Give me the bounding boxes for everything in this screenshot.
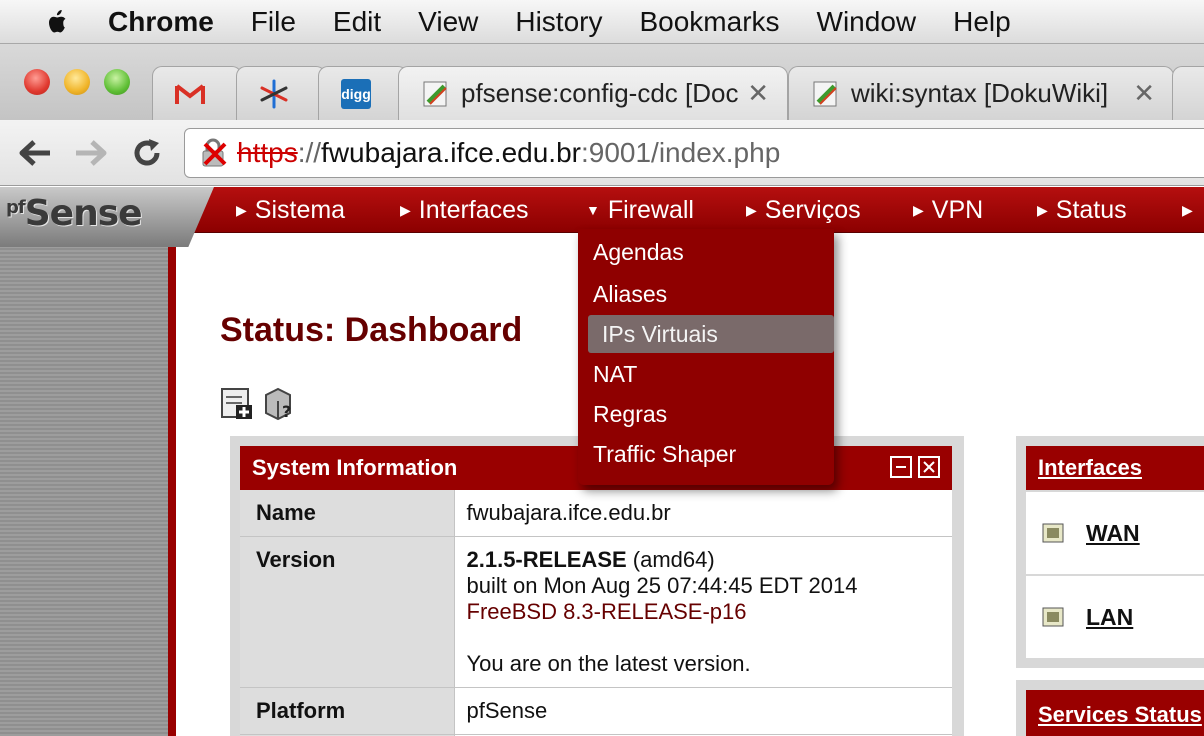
help-widget-icon[interactable]: ? bbox=[262, 387, 296, 421]
broken-lock-icon[interactable] bbox=[199, 138, 229, 168]
menu-item-agendas[interactable]: Agendas bbox=[593, 239, 684, 266]
nav-arrow-icon: ▶ bbox=[913, 201, 924, 218]
back-arrow-icon bbox=[19, 140, 50, 166]
menu-item-nat[interactable]: NAT bbox=[593, 361, 637, 388]
nav-sistema[interactable]: ▶ Sistema bbox=[236, 187, 345, 233]
services-status-widget: Services Status bbox=[1016, 680, 1204, 736]
mac-menubar: Chrome File Edit View History Bookmarks … bbox=[0, 0, 1204, 44]
asterisk-icon bbox=[259, 79, 289, 109]
row-value: 2.1.5-RELEASE (amd64) built on Mon Aug 2… bbox=[453, 536, 952, 688]
add-widget-icon[interactable] bbox=[220, 387, 254, 421]
nav-more[interactable]: ▶ bbox=[1182, 187, 1201, 233]
pfsense-page: ▶ Sistema ▶ Interfaces ▼ Firewall ▶ Serviços… bbox=[0, 187, 1204, 736]
tab-title: pfsense:config-cdc [Docum bbox=[461, 78, 740, 108]
tab-wiki-syntax[interactable]: wiki:syntax [DokuWiki] ✕ bbox=[788, 66, 1174, 120]
services-status-heading[interactable]: Services Status bbox=[1026, 690, 1204, 736]
menu-item-ips-virtuais[interactable]: IPs Virtuais bbox=[588, 315, 834, 353]
url-scheme: https bbox=[237, 137, 298, 168]
network-port-icon bbox=[1042, 607, 1064, 627]
menu-view[interactable]: View bbox=[418, 6, 478, 38]
pfsense-logo[interactable]: pfSense bbox=[0, 187, 214, 247]
url-path: :9001/index.php bbox=[580, 137, 781, 168]
close-tab-icon[interactable]: ✕ bbox=[747, 78, 769, 109]
tab-digg[interactable]: digg bbox=[318, 66, 408, 120]
menu-item-traffic-shaper[interactable]: Traffic Shaper bbox=[593, 441, 736, 468]
interfaces-heading[interactable]: Interfaces bbox=[1026, 446, 1204, 490]
table-row: Platform pfSense bbox=[240, 687, 952, 735]
tab-strip: digg pfsense:config-cdc [Docum ✕ wiki:sy… bbox=[0, 44, 1204, 120]
nav-arrow-icon: ▶ bbox=[236, 201, 247, 218]
row-key: Name bbox=[240, 490, 454, 537]
close-widget-icon[interactable] bbox=[918, 456, 940, 478]
reload-icon bbox=[134, 139, 160, 166]
url-separator: :// bbox=[297, 137, 322, 168]
dokuwiki-icon bbox=[421, 79, 451, 109]
minimize-window-button[interactable] bbox=[64, 69, 90, 95]
nav-status[interactable]: ▶ Status bbox=[1037, 187, 1127, 233]
url-host: fwubajara.ifce.edu.br bbox=[321, 137, 581, 168]
back-button[interactable] bbox=[16, 134, 54, 172]
nav-arrow-icon: ▶ bbox=[746, 201, 757, 218]
nav-arrow-icon: ▶ bbox=[1182, 201, 1193, 218]
menu-chrome[interactable]: Chrome bbox=[108, 6, 214, 38]
menu-item-regras[interactable]: Regras bbox=[593, 401, 667, 428]
interface-link-wan[interactable]: WAN bbox=[1086, 520, 1140, 547]
firewall-dropdown-menu: Agendas Aliases IPs Virtuais NAT Regras … bbox=[578, 229, 834, 485]
apple-icon[interactable] bbox=[38, 7, 78, 37]
nav-firewall[interactable]: ▼ Firewall bbox=[586, 187, 694, 233]
nav-arrow-icon: ▶ bbox=[1037, 201, 1048, 218]
row-key: Platform bbox=[240, 687, 454, 735]
forward-arrow-icon bbox=[76, 140, 107, 166]
digg-icon: digg bbox=[341, 78, 371, 109]
reload-button[interactable] bbox=[128, 134, 166, 172]
interface-row-wan: WAN bbox=[1026, 492, 1204, 574]
close-window-button[interactable] bbox=[24, 69, 50, 95]
dokuwiki-icon bbox=[811, 79, 841, 109]
menu-history[interactable]: History bbox=[515, 6, 602, 38]
row-value: fwubajara.ifce.edu.br bbox=[453, 490, 952, 537]
page-title: Status: Dashboard bbox=[220, 311, 523, 349]
tab-partial[interactable] bbox=[1172, 66, 1204, 120]
menu-edit[interactable]: Edit bbox=[333, 6, 381, 38]
minimize-widget-icon[interactable] bbox=[890, 456, 912, 478]
tab-title: wiki:syntax [DokuWiki] bbox=[851, 78, 1109, 108]
row-value: pfSense bbox=[453, 687, 952, 735]
row-key: Version bbox=[240, 536, 454, 688]
nav-arrow-icon: ▶ bbox=[400, 201, 411, 218]
menu-bookmarks[interactable]: Bookmarks bbox=[639, 6, 779, 38]
forward-button[interactable] bbox=[72, 134, 110, 172]
interfaces-widget: Interfaces WAN LAN bbox=[1016, 436, 1204, 668]
network-port-icon bbox=[1042, 523, 1064, 543]
interface-row-lan: LAN bbox=[1026, 576, 1204, 658]
system-info-table: Name fwubajara.ifce.edu.br Version 2.1.5… bbox=[240, 490, 952, 736]
menu-item-aliases[interactable]: Aliases bbox=[593, 281, 667, 308]
nav-vpn[interactable]: ▶ VPN bbox=[913, 187, 983, 233]
address-bar[interactable]: https://fwubajara.ifce.edu.br:9001/index… bbox=[184, 128, 1204, 178]
zoom-window-button[interactable] bbox=[104, 69, 130, 95]
tab-asterisk[interactable] bbox=[236, 66, 326, 120]
table-row: Version 2.1.5-RELEASE (amd64) built on M… bbox=[240, 536, 952, 688]
nav-arrow-down-icon: ▼ bbox=[586, 202, 600, 218]
browser-toolbar: https://fwubajara.ifce.edu.br:9001/index… bbox=[0, 120, 1204, 186]
menu-help[interactable]: Help bbox=[953, 6, 1011, 38]
tab-pfsense-config[interactable]: pfsense:config-cdc [Docum ✕ bbox=[398, 66, 788, 120]
menu-file[interactable]: File bbox=[251, 6, 296, 38]
table-row: Name fwubajara.ifce.edu.br bbox=[240, 490, 952, 537]
nav-interfaces[interactable]: ▶ Interfaces bbox=[400, 187, 529, 233]
nav-servicos[interactable]: ▶ Serviços bbox=[746, 187, 861, 233]
left-red-border bbox=[168, 233, 176, 736]
close-tab-icon[interactable]: ✕ bbox=[1133, 78, 1155, 109]
interface-link-lan[interactable]: LAN bbox=[1086, 604, 1133, 631]
tab-gmail[interactable] bbox=[152, 66, 242, 120]
gmail-icon bbox=[175, 79, 205, 109]
left-gray-panel bbox=[0, 233, 168, 736]
svg-text:?: ? bbox=[282, 402, 291, 421]
menu-window[interactable]: Window bbox=[817, 6, 917, 38]
